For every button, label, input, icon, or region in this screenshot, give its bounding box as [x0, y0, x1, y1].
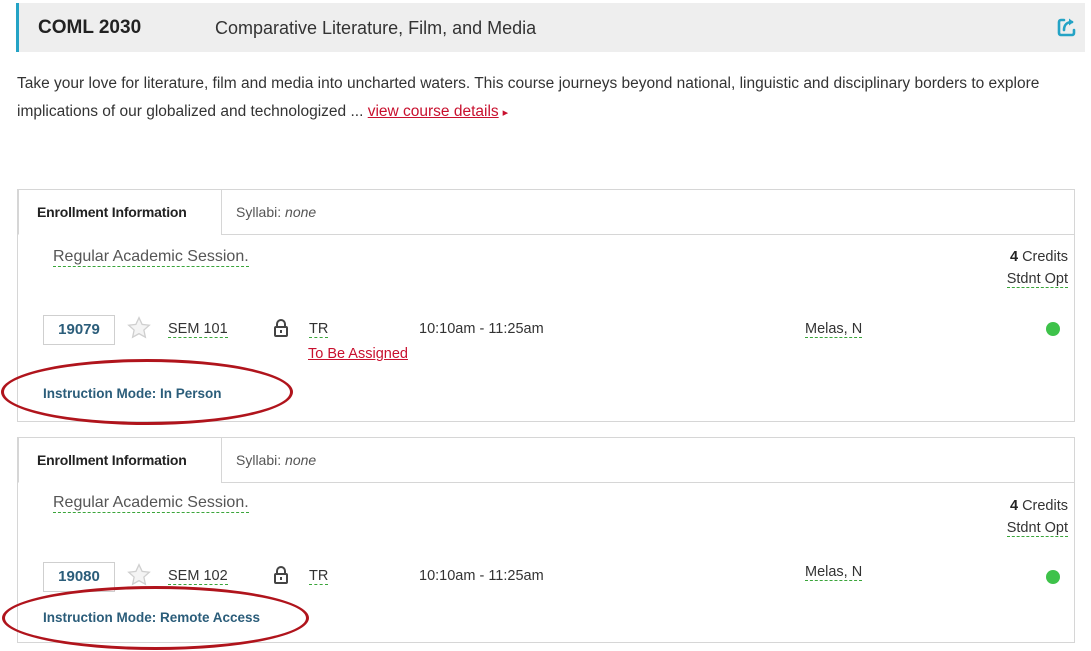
days-label: TR	[309, 568, 329, 585]
tab-divider	[221, 234, 1074, 235]
grading-option: Stdnt Opt	[1006, 271, 1068, 288]
star-icon[interactable]	[126, 315, 152, 341]
component-label: SEM 101	[168, 321, 228, 338]
session-label: Regular Academic Session.	[53, 494, 249, 513]
component[interactable]: SEM 102	[168, 568, 228, 585]
instructor-link[interactable]: Melas, N	[805, 564, 863, 581]
credits-number: 4	[1009, 249, 1019, 265]
course-title: Comparative Literature, Film, and Media	[215, 18, 537, 38]
class-number[interactable]: 19080	[43, 562, 115, 592]
status-open-icon	[1046, 322, 1060, 336]
course-header: COML 2030 Comparative Literature, Film, …	[16, 3, 1085, 52]
course-code: COML 2030	[38, 17, 142, 38]
lock-icon	[274, 319, 288, 337]
section-card: Enrollment Information Syllabi: none Reg…	[17, 189, 1075, 422]
tab-divider	[221, 482, 1074, 483]
instruction-mode: Instruction Mode: Remote Access	[43, 610, 261, 625]
share-icon[interactable]	[1055, 15, 1079, 39]
syllabi-value: none	[285, 452, 317, 468]
session-label: Regular Academic Session.	[53, 248, 249, 267]
syllabi-value: none	[285, 204, 317, 220]
class-number[interactable]: 19079	[43, 315, 115, 345]
lock-icon	[274, 566, 288, 584]
view-course-details-link[interactable]: view course details	[368, 103, 499, 120]
syllabi-label: Syllabi:	[236, 204, 282, 220]
tab-enrollment-information[interactable]: Enrollment Information	[18, 189, 222, 235]
meeting-time: 10:10am - 11:25am	[419, 568, 544, 584]
tab-syllabi[interactable]: Syllabi: none	[236, 452, 316, 468]
meeting-days: TR	[309, 568, 329, 585]
instruction-mode: Instruction Mode: In Person	[43, 386, 222, 401]
tab-syllabi[interactable]: Syllabi: none	[236, 204, 316, 220]
meeting-time: 10:10am - 11:25am	[419, 321, 544, 337]
component-label: SEM 102	[168, 568, 228, 585]
credits-info: 4 Credits Stdnt Opt	[1006, 495, 1068, 539]
instructor-link[interactable]: Melas, N	[805, 321, 863, 338]
location-link[interactable]: To Be Assigned	[308, 346, 408, 362]
star-icon[interactable]	[126, 562, 152, 588]
course-description: Take your love for literature, film and …	[17, 70, 1085, 127]
caret-right-icon: ▸	[502, 107, 509, 119]
tab-enrollment-information[interactable]: Enrollment Information	[18, 437, 222, 483]
credits-label: Credits	[1022, 249, 1068, 265]
description-text: Take your love for literature, film and …	[17, 75, 1040, 120]
status-open-icon	[1046, 570, 1060, 584]
credits-info: 4 Credits Stdnt Opt	[1006, 246, 1068, 290]
section-card: Enrollment Information Syllabi: none Reg…	[17, 437, 1075, 643]
meeting-days: TR	[309, 321, 329, 338]
component[interactable]: SEM 101	[168, 321, 228, 338]
grading-option: Stdnt Opt	[1006, 520, 1068, 537]
credits-number: 4	[1009, 498, 1019, 514]
syllabi-label: Syllabi:	[236, 452, 282, 468]
credits-label: Credits	[1022, 498, 1068, 514]
days-label: TR	[309, 321, 329, 338]
